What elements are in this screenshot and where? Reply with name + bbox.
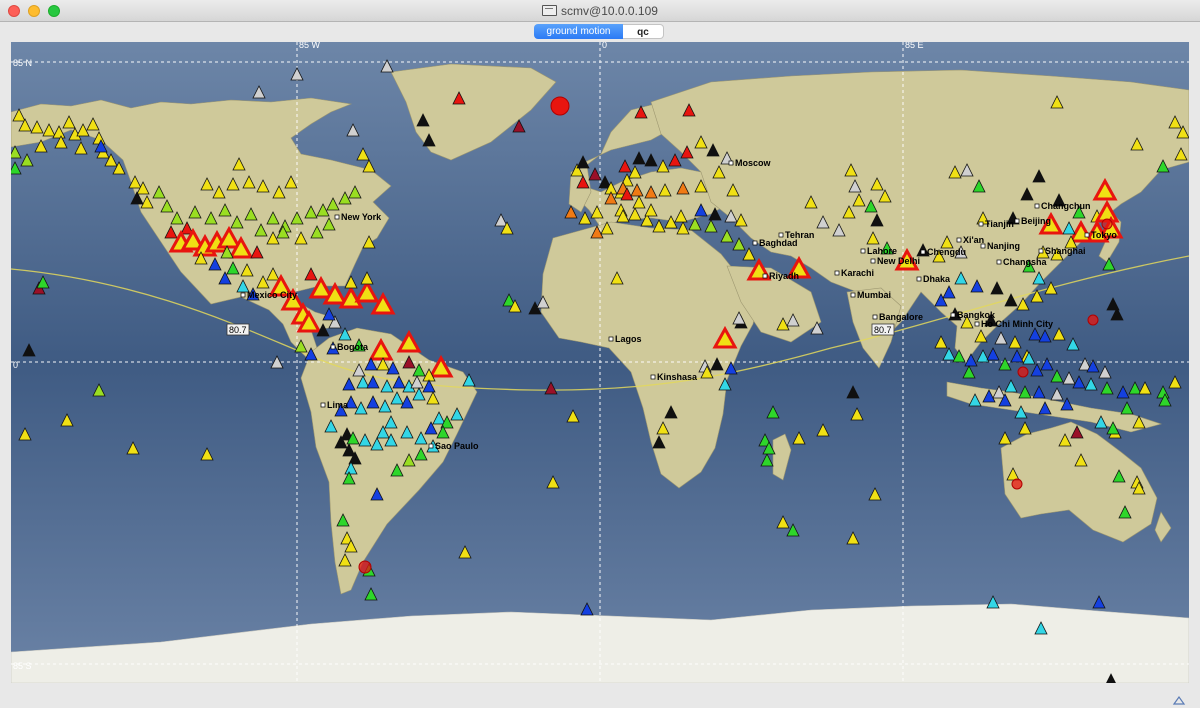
city-label: Changsha <box>1003 257 1048 267</box>
window-title: scmv@10.0.0.109 <box>0 4 1200 18</box>
city-marker <box>996 259 1002 265</box>
label-lon-0: 0 <box>602 42 607 50</box>
city-marker <box>920 249 926 255</box>
city-marker <box>240 292 246 298</box>
city-marker <box>974 321 980 327</box>
label-85s: 85 S <box>13 661 32 671</box>
city-label: Dhaka <box>923 274 951 284</box>
label-lat-0: 0 <box>13 360 18 370</box>
city-marker <box>608 336 614 342</box>
city-marker <box>950 312 956 318</box>
event-marker[interactable] <box>1101 218 1113 230</box>
city-marker <box>980 243 986 249</box>
orbit-label-west: 80.7 <box>226 323 250 336</box>
event-marker[interactable] <box>550 96 570 116</box>
city-marker <box>762 273 768 279</box>
city-label: Changchun <box>1041 201 1091 211</box>
city-label: Nanjing <box>987 241 1020 251</box>
city-label: Lagos <box>615 334 642 344</box>
city-label: Ho Chi Minh City <box>981 319 1053 329</box>
city-marker <box>860 248 866 254</box>
event-marker[interactable] <box>1017 366 1029 378</box>
city-label: Moscow <box>735 158 772 168</box>
city-marker <box>728 160 734 166</box>
city-marker <box>334 214 340 220</box>
city-label: Sao Paulo <box>435 441 479 451</box>
city-marker <box>428 443 434 449</box>
title-bar: scmv@10.0.0.109 <box>0 0 1200 22</box>
city-label: New York <box>341 212 382 222</box>
terminal-icon <box>542 5 558 16</box>
city-label: Mexico City <box>247 290 297 300</box>
view-tabs: ground motion qc <box>534 24 664 39</box>
city-label: Bangalore <box>879 312 923 322</box>
label-85n: 85 N <box>13 58 32 68</box>
city-label: Lahore <box>867 246 897 256</box>
svg-text:80.7: 80.7 <box>874 325 892 335</box>
svg-text:80.7: 80.7 <box>229 325 247 335</box>
city-label: Shanghai <box>1045 246 1086 256</box>
city-marker <box>916 276 922 282</box>
map-canvas[interactable]: 85 W 0 85 E 85 N 0 85 S 80.7 80.7 Moscow… <box>11 42 1189 683</box>
orbit-label-east: 80.7 <box>871 323 895 336</box>
city-label: Tianjin <box>985 219 1014 229</box>
event-marker[interactable] <box>358 560 372 574</box>
city-marker <box>330 344 336 350</box>
city-marker <box>1084 232 1090 238</box>
label-85w: 85 W <box>299 42 321 50</box>
city-label: Bogota <box>337 342 369 352</box>
resize-grip-icon[interactable] <box>1172 694 1186 706</box>
city-label: Riyadh <box>769 271 799 281</box>
city-label: Lima <box>327 400 349 410</box>
city-marker <box>752 240 758 246</box>
city-marker <box>1034 203 1040 209</box>
city-label: Beijing <box>1021 216 1051 226</box>
city-marker <box>1014 218 1020 224</box>
world-map[interactable]: 85 W 0 85 E 85 N 0 85 S 80.7 80.7 Moscow… <box>11 42 1189 683</box>
city-marker <box>850 292 856 298</box>
city-marker <box>320 402 326 408</box>
city-marker <box>650 374 656 380</box>
tab-qc[interactable]: qc <box>623 24 664 39</box>
city-marker <box>1038 248 1044 254</box>
label-85e: 85 E <box>905 42 924 50</box>
city-label: Chengdu <box>927 247 966 257</box>
event-marker[interactable] <box>1087 314 1099 326</box>
city-label: Tokyo <box>1091 230 1117 240</box>
city-label: Xi'an <box>963 235 984 245</box>
city-marker <box>978 221 984 227</box>
event-marker[interactable] <box>1011 478 1023 490</box>
city-marker <box>778 232 784 238</box>
tab-ground-motion[interactable]: ground motion <box>534 24 623 39</box>
city-label: Kinshasa <box>657 372 698 382</box>
city-label: Karachi <box>841 268 874 278</box>
city-label: Baghdad <box>759 238 798 248</box>
city-label: Mumbai <box>857 290 891 300</box>
city-label: New Delhi <box>877 256 920 266</box>
city-marker <box>872 314 878 320</box>
city-marker <box>870 258 876 264</box>
city-marker <box>956 237 962 243</box>
city-marker <box>834 270 840 276</box>
window-title-text: scmv@10.0.0.109 <box>561 4 658 18</box>
